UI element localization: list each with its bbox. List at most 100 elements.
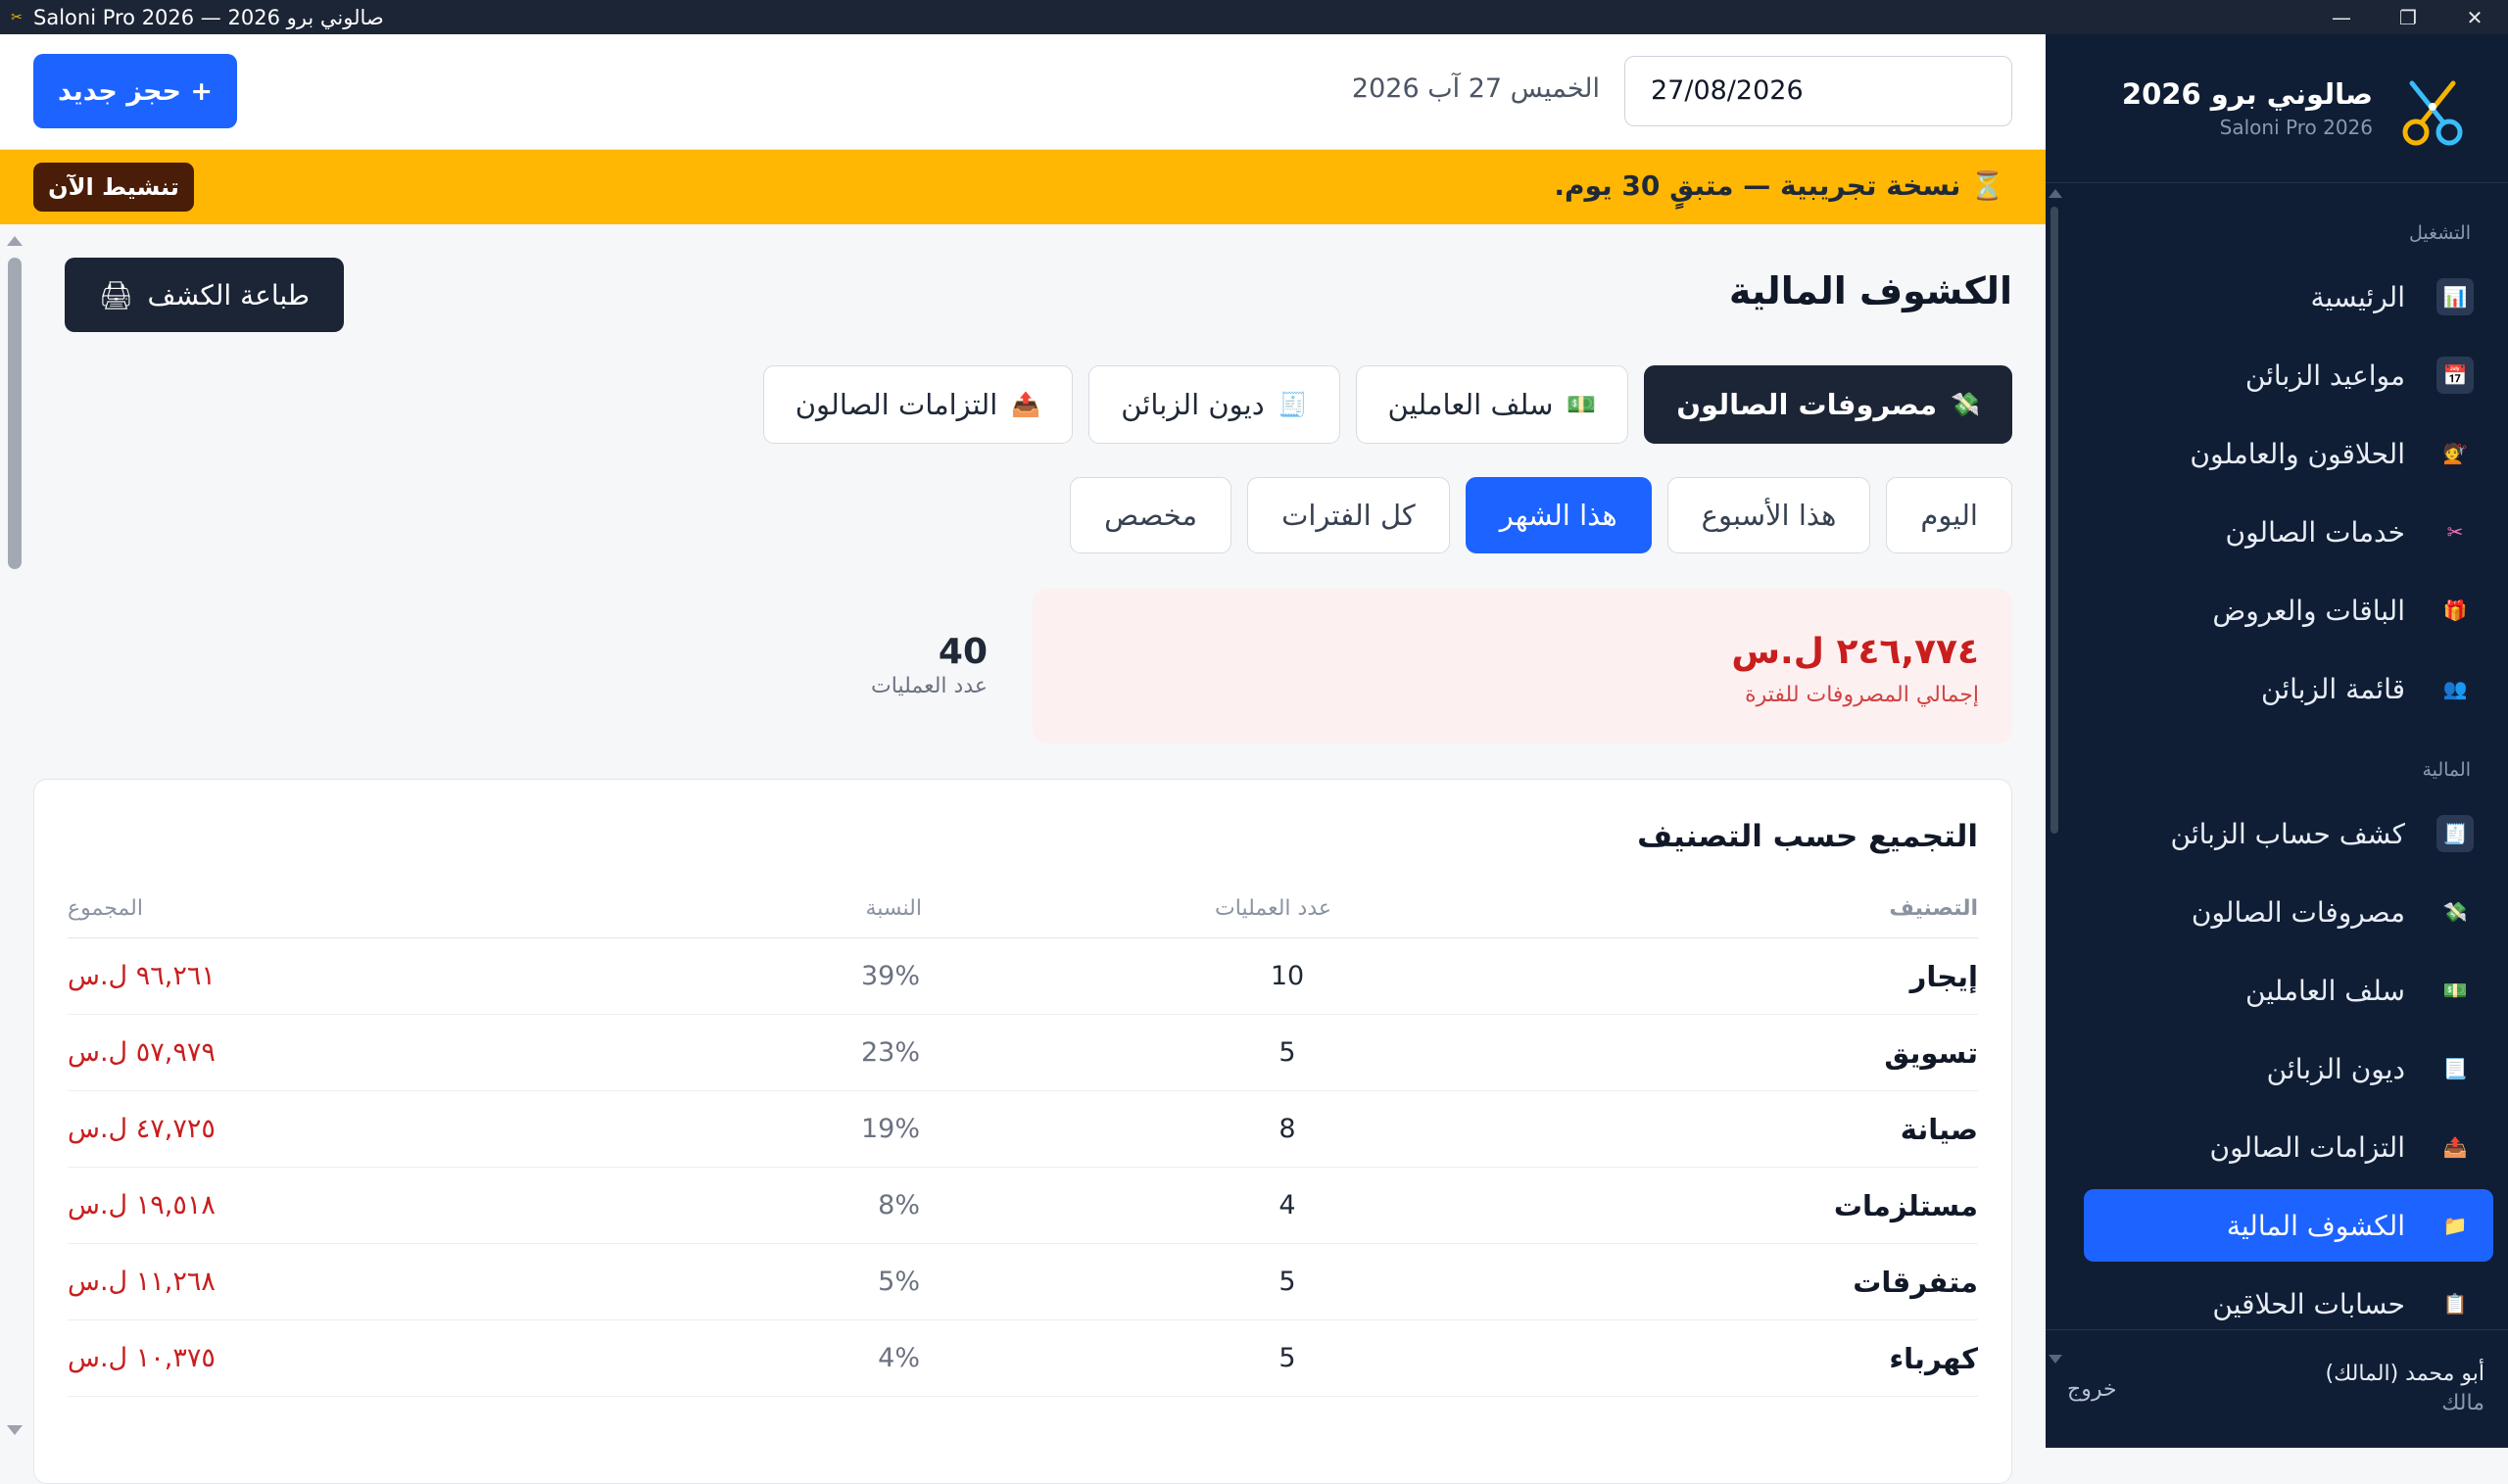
receipt-icon: 📃 xyxy=(2442,1057,2468,1080)
sidebar-item-barbers[interactable]: 💇 الحلاقون والعاملون xyxy=(2084,417,2493,490)
brand-subtitle: Saloni Pro 2026 xyxy=(2219,116,2373,139)
header-category: التصنيف xyxy=(1889,896,1978,921)
scroll-thumb[interactable] xyxy=(8,258,22,569)
header-percent: النسبة xyxy=(865,896,922,921)
row-sum: ١٩,٥١٨ ل.س xyxy=(68,1190,216,1221)
panel-title: التجميع حسب التصنيف xyxy=(1637,819,1978,854)
sidebar-item-home[interactable]: 📊 الرئيسية xyxy=(2084,261,2493,333)
logout-button[interactable]: خروج xyxy=(2067,1377,2117,1402)
sidebar-item-services[interactable]: ✂ خدمات الصالون xyxy=(2084,496,2493,568)
banknote-icon: 💵 xyxy=(1567,391,1597,418)
period-today[interactable]: اليوم xyxy=(1886,477,2012,553)
tab-salon-obligations[interactable]: 📤 التزامات الصالون xyxy=(762,365,1074,444)
sidebar-item-staff-advances[interactable]: 💵 سلف العاملين xyxy=(2084,954,2493,1027)
period-this-month[interactable]: هذا الشهر xyxy=(1465,477,1652,553)
sidebar-item-customer-statement[interactable]: 🧾 كشف حساب الزبائن xyxy=(2084,797,2493,870)
activate-button[interactable]: تنشيط الآن xyxy=(33,163,194,212)
row-count: 5 xyxy=(1278,1037,1296,1068)
sidebar-item-label: خدمات الصالون xyxy=(2225,515,2405,549)
row-sum: ٤٧,٧٢٥ ل.س xyxy=(68,1114,216,1144)
tab-customer-debts[interactable]: 🧾 ديون الزبائن xyxy=(1088,365,1340,444)
banknote-icon: 💵 xyxy=(2442,979,2468,1002)
sidebar-item-packages[interactable]: 🎁 الباقات والعروض xyxy=(2084,574,2493,646)
row-count: 8 xyxy=(1278,1114,1296,1144)
money-wings-icon: 💸 xyxy=(1951,391,1980,418)
row-sum: ٩٦,٢٦١ ل.س xyxy=(68,961,216,991)
sidebar-scrollbar[interactable] xyxy=(2046,183,2065,1364)
restore-icon[interactable]: ❐ xyxy=(2375,0,2441,34)
scroll-thumb[interactable] xyxy=(2050,207,2058,834)
category-table: التصنيف عدد العمليات النسبة المجموع إيجا… xyxy=(68,874,1978,1397)
row-count: 10 xyxy=(1270,961,1305,991)
scissors-icon: ✂ xyxy=(2446,520,2464,544)
new-booking-button[interactable]: + حجز جديد xyxy=(33,54,237,128)
scroll-down-arrow-icon[interactable] xyxy=(7,1425,23,1435)
sidebar-item-customer-debts[interactable]: 📃 ديون الزبائن xyxy=(2084,1032,2493,1105)
tab-label: مصروفات الصالون xyxy=(1676,388,1938,421)
window-controls: — ❐ ✕ xyxy=(2308,0,2508,34)
sidebar-item-salon-expenses[interactable]: 💸 مصروفات الصالون xyxy=(2084,876,2493,948)
operations-count: 40 عدد العمليات xyxy=(694,632,988,698)
period-all[interactable]: كل الفترات xyxy=(1247,477,1450,553)
trial-message: ⏳ نسخة تجريبية — متبقٍ 30 يوم. xyxy=(1554,169,2004,202)
user-panel: أبو محمد (المالك) مالك خروج xyxy=(2046,1329,2508,1448)
sidebar-item-label: قائمة الزبائن xyxy=(2261,672,2405,705)
row-category: مستلزمات xyxy=(1833,1189,1978,1222)
close-icon[interactable]: ✕ xyxy=(2441,0,2508,34)
scroll-up-arrow-icon[interactable] xyxy=(7,236,23,246)
row-category: صيانة xyxy=(1900,1113,1978,1146)
table-header: التصنيف عدد العمليات النسبة المجموع xyxy=(68,874,1978,938)
printer-icon: 🖨 xyxy=(98,278,134,311)
chart-icon: 📊 xyxy=(2436,278,2474,315)
row-count: 4 xyxy=(1278,1190,1296,1221)
sidebar-item-label: حسابات الحلاقين xyxy=(2212,1287,2405,1320)
users-icon: 👥 xyxy=(2442,677,2468,700)
operations-count-label: عدد العمليات xyxy=(871,674,988,698)
sidebar-item-salon-obligations[interactable]: 📤 التزامات الصالون xyxy=(2084,1111,2493,1183)
category-breakdown-panel: التجميع حسب التصنيف التصنيف عدد العمليات… xyxy=(33,779,2012,1484)
table-row: مستلزمات 4 8% ١٩,٥١٨ ل.س xyxy=(68,1168,1978,1244)
sidebar-item-customers[interactable]: 👥 قائمة الزبائن xyxy=(2084,652,2493,725)
tab-salon-expenses[interactable]: 💸 مصروفات الصالون xyxy=(1644,365,2012,444)
total-expenses-card: ٢٤٦,٧٧٤ ل.س إجمالي المصروفات للفترة xyxy=(1033,589,2012,743)
window-title: Saloni Pro 2026 — صالوني برو 2026 xyxy=(33,5,384,29)
main-scrollbar[interactable] xyxy=(0,224,29,1448)
print-statement-button[interactable]: طباعة الكشف 🖨 xyxy=(65,258,344,332)
row-percent: 19% xyxy=(860,1114,920,1144)
receipt-icon: 🧾 xyxy=(1278,391,1308,418)
table-row: تسويق 5 23% ٥٧,٩٧٩ ل.س xyxy=(68,1015,1978,1091)
money-wings-icon: 💸 xyxy=(2442,900,2468,924)
period-custom[interactable]: مخصص xyxy=(1070,477,1232,553)
clipboard-icon: 📋 xyxy=(2442,1292,2468,1316)
scissors-logo-icon xyxy=(2402,80,2463,146)
sidebar-item-appointments[interactable]: 📅 مواعيد الزبائن xyxy=(2084,339,2493,411)
section-finance: المالية xyxy=(2422,759,2471,781)
row-category: كهرباء xyxy=(1889,1342,1978,1375)
header-sum: المجموع xyxy=(68,896,143,921)
sidebar-item-financial-statements[interactable]: 📁 الكشوف المالية xyxy=(2084,1189,2493,1262)
row-percent: 4% xyxy=(878,1343,920,1373)
period-this-week[interactable]: هذا الأسبوع xyxy=(1666,477,1871,553)
sidebar: صالوني برو 2026 Saloni Pro 2026 التشغيل … xyxy=(2046,34,2508,1448)
row-percent: 23% xyxy=(860,1037,920,1068)
row-percent: 39% xyxy=(860,961,920,991)
app-scissors-icon: ✂ xyxy=(11,9,23,25)
page-title: الكشوف المالية xyxy=(1728,269,2012,312)
folder-icon: 📁 xyxy=(2442,1214,2468,1237)
row-sum: ١١,٢٦٨ ل.س xyxy=(68,1267,216,1297)
brand-name: صالوني برو 2026 xyxy=(2121,77,2373,111)
user-role: مالك xyxy=(2441,1391,2484,1415)
user-name: أبو محمد (المالك) xyxy=(2325,1362,2485,1386)
row-percent: 8% xyxy=(878,1190,920,1221)
minimize-icon[interactable]: — xyxy=(2308,0,2375,34)
gift-icon: 🎁 xyxy=(2442,598,2468,622)
outbox-icon: 📤 xyxy=(1011,391,1041,418)
operations-count-value: 40 xyxy=(938,632,988,672)
date-label: الخميس 27 آب 2026 xyxy=(1351,73,1600,104)
tab-staff-advances[interactable]: 💵 سلف العاملين xyxy=(1355,365,1629,444)
top-bar: 27/08/2026 الخميس 27 آب 2026 + حجز جديد xyxy=(0,34,2046,150)
row-category: إيجار xyxy=(1909,960,1978,993)
scroll-up-arrow-icon[interactable] xyxy=(2049,189,2062,198)
row-category: متفرقات xyxy=(1853,1266,1978,1299)
date-field[interactable]: 27/08/2026 xyxy=(1624,56,2012,126)
